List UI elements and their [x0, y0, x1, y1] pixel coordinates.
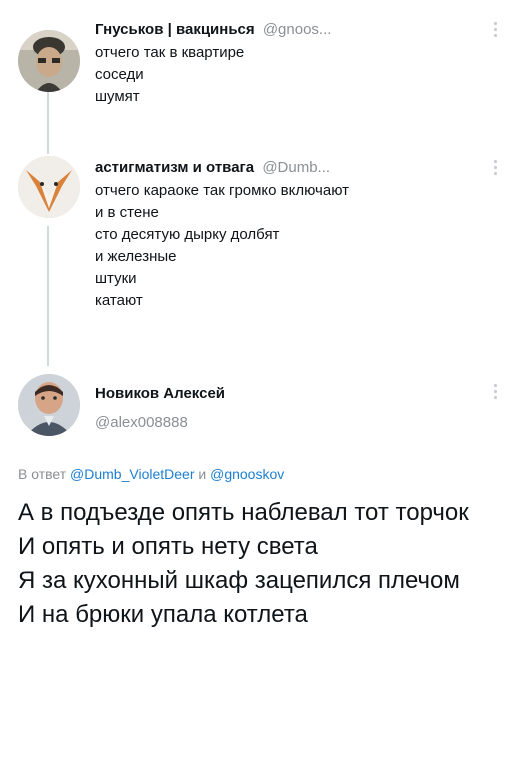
tweet-text: отчего караоке так громко включают и в с… — [95, 180, 349, 312]
reply-context: В ответ @Dumb_VioletDeer и @gnooskov — [18, 466, 284, 482]
tweet-text-line: и железные — [95, 248, 177, 265]
main-tweet-line: И на брюки упала котлета — [18, 601, 308, 628]
more-vertical-icon[interactable] — [494, 384, 498, 402]
author-name[interactable]: Гнуськов | вакцинься — [95, 21, 255, 38]
avatar-photo — [18, 30, 80, 92]
tweet-text-line: соседи — [95, 66, 144, 83]
reply-and: и — [198, 466, 207, 482]
more-vertical-icon[interactable] — [494, 22, 498, 40]
tweet-text-line: катают — [95, 292, 143, 309]
tweet-text-line: штуки — [95, 270, 137, 287]
tweet-text-line: и в стене — [95, 204, 159, 221]
avatar[interactable] — [18, 156, 80, 218]
tweet[interactable]: Гнуськов | вакцинься @gnoos... отчего та… — [0, 0, 512, 140]
author-handle[interactable]: @gnoos... — [263, 21, 332, 38]
avatar-photo — [18, 374, 80, 436]
more-vertical-icon[interactable] — [494, 160, 498, 178]
tweet-thread: Гнуськов | вакцинься @gnoos... отчего та… — [0, 0, 512, 768]
tweet-header: Новиков Алексей — [95, 384, 225, 404]
tweet-header: астигматизм и отвага @Dumb... — [95, 158, 330, 178]
tweet[interactable]: астигматизм и отвага @Dumb... отчего кар… — [0, 140, 512, 350]
tweet-text-line: сто десятую дырку долбят — [95, 226, 280, 243]
avatar[interactable] — [18, 374, 80, 436]
tweet-text: отчего так в квартире соседи шумят — [95, 42, 244, 108]
main-tweet-line: А в подъезде опять наблевал тот торчок — [18, 499, 469, 526]
author-name[interactable]: астигматизм и отвага — [95, 159, 254, 176]
main-tweet-line: Я за кухонный шкаф зацепился плечом — [18, 567, 460, 594]
main-tweet-line: И опять и опять нету света — [18, 533, 318, 560]
reply-mention[interactable]: @Dumb_VioletDeer — [70, 466, 194, 482]
author-handle[interactable]: @Dumb... — [262, 159, 330, 176]
main-tweet-text: А в подъезде опять наблевал тот торчок И… — [18, 496, 498, 632]
tweet-header: Гнуськов | вакцинься @gnoos... — [95, 20, 331, 40]
author-name[interactable]: Новиков Алексей — [95, 385, 225, 402]
tweet-text-line: отчего так в квартире — [95, 44, 245, 61]
reply-mention[interactable]: @gnooskov — [210, 466, 284, 482]
tweet-text-line: отчего караоке так громко включают — [95, 182, 349, 199]
tweet-text-line: шумят — [95, 88, 140, 105]
avatar-photo — [18, 156, 80, 218]
avatar[interactable] — [18, 30, 80, 92]
author-handle[interactable]: @alex008888 — [95, 414, 188, 431]
reply-prefix: В ответ — [18, 466, 67, 482]
